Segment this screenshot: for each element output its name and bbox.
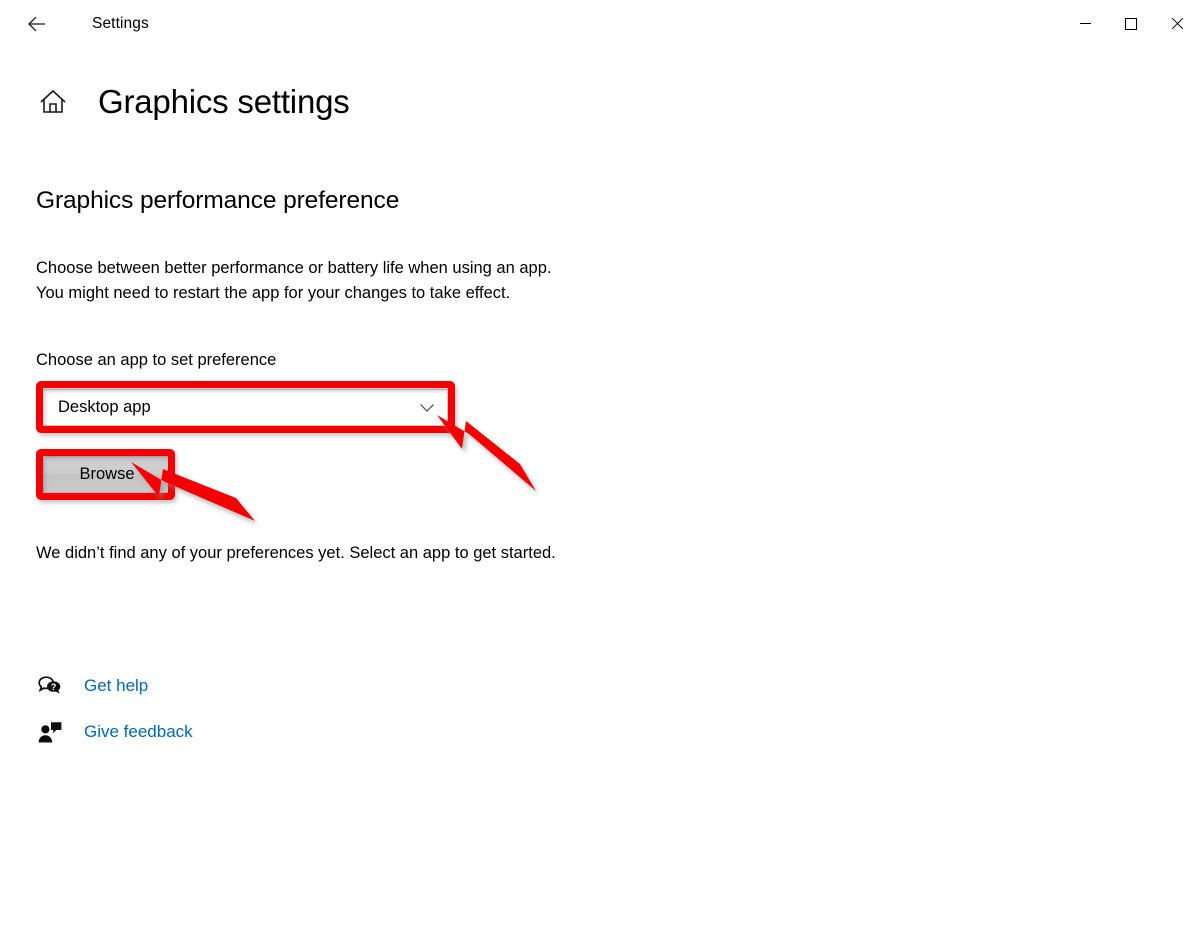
no-preferences-status: We didn’t find any of your preferences y… <box>36 544 556 562</box>
browse-button[interactable]: Browse <box>43 456 171 493</box>
title-bar: Settings <box>0 0 1200 48</box>
maximize-button[interactable] <box>1108 0 1154 47</box>
get-help-label: Get help <box>84 676 149 695</box>
give-feedback-link[interactable]: Give feedback <box>34 716 193 748</box>
app-type-dropdown-value: Desktop app <box>58 398 151 416</box>
section-description: Choose between better performance or bat… <box>36 256 551 306</box>
annotation-arrows <box>131 415 536 521</box>
annotation-arrow-dropdown <box>437 415 536 491</box>
get-help-link[interactable]: ? Get help <box>34 670 148 702</box>
page-title: Graphics settings <box>98 83 350 120</box>
minimize-icon <box>1079 23 1091 24</box>
home-button[interactable] <box>36 85 70 119</box>
home-icon <box>40 89 66 113</box>
maximize-icon <box>1125 17 1137 30</box>
section-title: Graphics performance preference <box>36 187 400 214</box>
window-controls <box>1062 0 1200 47</box>
minimize-button[interactable] <box>1062 0 1108 47</box>
back-arrow-icon <box>28 16 45 32</box>
close-button[interactable] <box>1154 0 1200 47</box>
help-bubble-icon: ? <box>34 670 66 702</box>
app-type-dropdown[interactable]: Desktop app <box>42 389 448 426</box>
feedback-person-icon <box>34 716 66 748</box>
description-line-2: You might need to restart the app for yo… <box>36 284 511 302</box>
description-line-1: Choose between better performance or bat… <box>36 259 552 277</box>
page-header: Graphics settings <box>36 82 350 122</box>
close-icon <box>1171 18 1183 30</box>
annotation-overlay <box>0 0 1200 948</box>
back-button[interactable] <box>16 4 58 44</box>
chevron-down-icon <box>419 400 435 416</box>
give-feedback-label: Give feedback <box>84 722 193 741</box>
app-picker-label: Choose an app to set preference <box>36 351 277 369</box>
svg-text:?: ? <box>51 682 57 692</box>
window-title: Settings <box>92 15 149 32</box>
